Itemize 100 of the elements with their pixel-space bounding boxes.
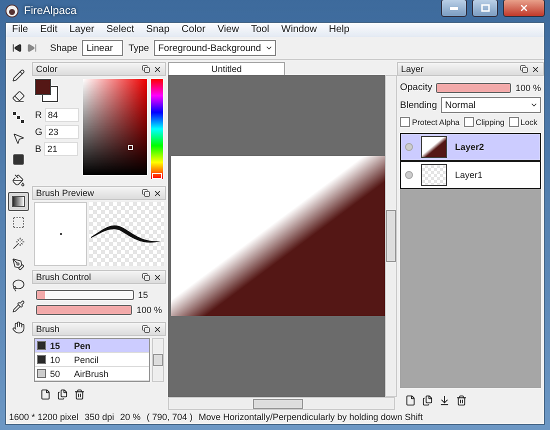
menu-item[interactable]: Snap xyxy=(140,23,176,37)
float-icon[interactable] xyxy=(520,65,528,73)
brush-size: 15 xyxy=(50,340,62,350)
panel-title: Brush xyxy=(36,324,61,334)
brush-slider[interactable] xyxy=(36,290,134,300)
dashed-square-icon xyxy=(12,216,24,229)
menu-item[interactable]: Tool xyxy=(244,23,276,37)
checkbox-label: Lock xyxy=(520,118,538,126)
checkbox-label: Protect Alpha xyxy=(412,118,460,126)
type-label: Type xyxy=(128,42,150,54)
resolution: 350 dpi xyxy=(84,412,114,422)
color-picker[interactable] xyxy=(83,79,148,175)
scrollbar[interactable] xyxy=(385,75,397,397)
pipette-icon xyxy=(12,300,24,313)
close-icon[interactable] xyxy=(531,64,540,74)
duplicate-icon[interactable] xyxy=(422,394,433,406)
brush-name: Pen xyxy=(74,340,91,350)
layer-thumbnail xyxy=(422,137,446,157)
brush-name: Pencil xyxy=(74,354,99,364)
type-select[interactable]: Foreground-Background xyxy=(154,40,276,56)
opacity-label: Opacity xyxy=(400,82,432,93)
square-icon xyxy=(12,153,24,166)
document-tab[interactable]: Untitled xyxy=(168,62,285,75)
cursor-position: ( 790, 704 ) xyxy=(146,412,193,422)
close-icon[interactable] xyxy=(153,272,162,282)
app-icon xyxy=(5,4,19,18)
menu-item[interactable]: Window xyxy=(275,23,323,37)
maximize-button[interactable] xyxy=(472,0,498,17)
shape-select[interactable]: Linear xyxy=(82,40,124,56)
previous-icon[interactable] xyxy=(12,43,22,53)
minimize-icon xyxy=(450,6,458,10)
menu-item[interactable]: Color xyxy=(176,23,212,37)
pen-tool-icon xyxy=(12,258,24,271)
shape-label: Shape xyxy=(50,42,78,54)
menu-item[interactable]: View xyxy=(211,23,245,37)
channel-label: R xyxy=(35,110,42,120)
layer-thumbnail xyxy=(421,164,447,186)
pointer-icon xyxy=(12,132,24,145)
checkbox-label: Clipping xyxy=(476,118,504,126)
float-icon[interactable] xyxy=(142,65,150,73)
close-icon[interactable] xyxy=(153,64,162,74)
color-swatch[interactable] xyxy=(35,79,57,101)
channel-label: B xyxy=(35,144,42,154)
menu-item[interactable]: Layer xyxy=(63,23,100,37)
window-title: FireAlpaca xyxy=(24,5,78,17)
brush-item[interactable]: 50 AirBrush xyxy=(35,367,149,381)
panel-title: Brush Control xyxy=(36,272,92,282)
hue-slider[interactable] xyxy=(151,79,163,179)
menu-item[interactable]: Edit xyxy=(34,23,64,37)
brush-item[interactable]: 10 Pencil xyxy=(35,353,149,367)
layer-name: Layer2 xyxy=(455,142,484,152)
duplicate-icon[interactable] xyxy=(57,388,68,400)
channel-field[interactable]: 21 xyxy=(44,142,78,156)
blending-select[interactable]: Normal xyxy=(440,97,541,113)
chevron-icon xyxy=(265,44,274,52)
float-icon[interactable] xyxy=(142,273,150,281)
menu-item[interactable]: Help xyxy=(322,23,356,37)
pencil-icon xyxy=(12,69,24,82)
trash-icon[interactable] xyxy=(456,394,467,406)
bucket-icon xyxy=(12,174,24,187)
menu-item[interactable]: File xyxy=(6,23,34,37)
lasso-icon xyxy=(12,279,24,292)
chevron-icon xyxy=(530,101,538,109)
status-message: Move Horizontally/Perpendicularly by holding down Shift xyxy=(198,412,423,422)
checkbox[interactable] xyxy=(464,117,474,127)
gradient-icon xyxy=(12,196,24,207)
tool-button[interactable] xyxy=(8,192,28,211)
channel-label: G xyxy=(35,126,42,138)
merge-icon[interactable] xyxy=(439,394,450,406)
hand-icon xyxy=(12,321,24,334)
canvas-size: 1600 * 1200 pixel xyxy=(9,412,79,422)
menu-item[interactable]: Select xyxy=(100,23,140,37)
close-icon[interactable] xyxy=(153,324,162,334)
new-layer-icon[interactable] xyxy=(405,394,416,406)
dots-icon xyxy=(12,111,24,124)
checkbox[interactable] xyxy=(508,117,518,127)
panel-title: Color xyxy=(36,64,59,74)
float-icon[interactable] xyxy=(142,189,150,197)
close-icon[interactable] xyxy=(153,188,162,198)
close-button[interactable] xyxy=(503,0,545,17)
panel-title: Layer xyxy=(401,64,425,74)
channel-field[interactable]: 23 xyxy=(45,125,79,139)
maximize-icon xyxy=(480,4,490,12)
trash-icon[interactable] xyxy=(74,388,85,400)
layer-row[interactable]: Layer2 xyxy=(400,133,541,161)
close-icon xyxy=(519,3,529,13)
hue-thumb[interactable] xyxy=(152,173,162,179)
new-brush-icon[interactable] xyxy=(40,388,51,400)
panel-title: Brush Preview xyxy=(36,188,96,198)
brush-item[interactable]: 15 Pen xyxy=(35,339,149,353)
scrollbar[interactable] xyxy=(168,397,395,410)
float-icon[interactable] xyxy=(142,325,150,333)
wand-icon xyxy=(12,237,24,250)
scrollbar[interactable] xyxy=(152,338,164,382)
zoom-level: 20 % xyxy=(120,412,141,422)
channel-field[interactable]: 84 xyxy=(44,108,79,122)
layer-row[interactable]: Layer1 xyxy=(400,161,541,189)
next-icon[interactable] xyxy=(27,43,37,53)
minimize-button[interactable] xyxy=(441,0,467,17)
checkbox[interactable] xyxy=(400,117,410,127)
